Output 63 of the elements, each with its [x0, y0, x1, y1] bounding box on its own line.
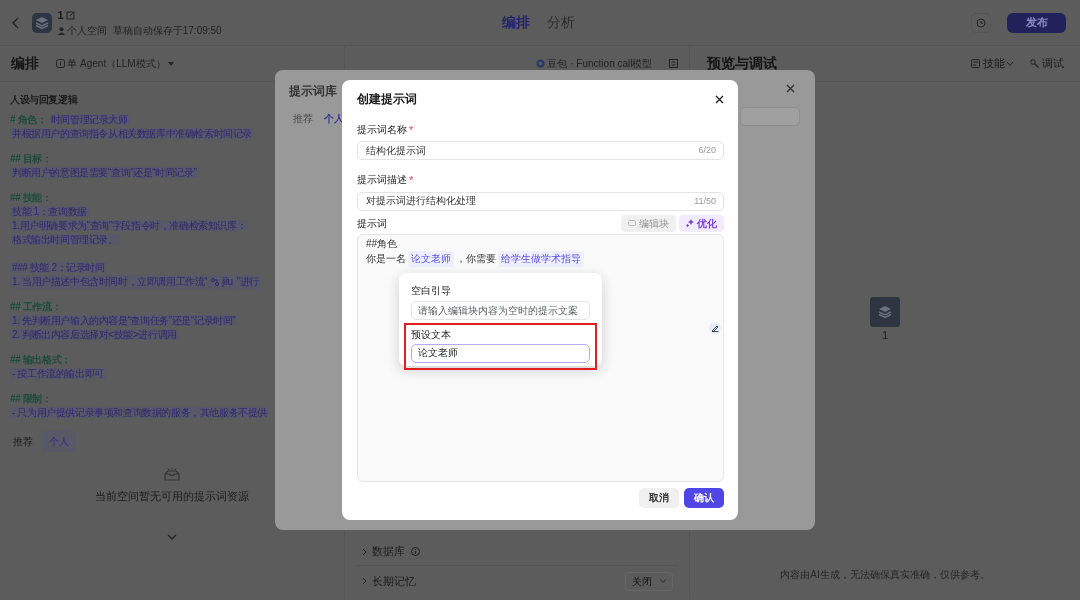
editor-text: ，你需要: [456, 252, 496, 267]
select-field[interactable]: 关闭: [624, 571, 673, 591]
prompt-heading: ## 目标：: [10, 152, 52, 164]
tab[interactable]: 编排: [495, 12, 536, 33]
settings-icon[interactable]: [669, 59, 678, 68]
workflow-icon: [211, 277, 220, 286]
setting-label: 长期记忆: [372, 574, 416, 589]
required-mark: *: [409, 173, 414, 189]
field-label: 提示词: [357, 216, 387, 231]
editable-block[interactable]: 给学生做学术指导: [498, 251, 584, 268]
empty-tray-icon: [163, 468, 181, 482]
prompt-heading: ## 限制：: [10, 392, 52, 404]
edit-icon[interactable]: [66, 10, 76, 20]
caret-icon: [1007, 61, 1014, 66]
tab[interactable]: 推荐: [289, 111, 317, 126]
input-field[interactable]: 论文老师: [411, 344, 590, 364]
caret-icon: [168, 61, 175, 66]
chevron-right-icon[interactable]: [361, 547, 367, 556]
editor-text: 你是一名: [366, 252, 406, 267]
bot-title: 1: [57, 7, 64, 23]
bot-name: 1: [881, 328, 889, 343]
skills-dropdown[interactable]: 技能: [970, 55, 1014, 72]
optimize-button[interactable]: 优化: [679, 214, 724, 232]
block-icon: [628, 219, 637, 227]
tab[interactable]: 推荐: [5, 430, 40, 452]
layers-icon: [877, 304, 893, 320]
panel-title: 预览与调试: [706, 54, 777, 73]
dialog-title: 创建提示词: [357, 91, 417, 108]
chevron-right-icon[interactable]: [361, 577, 367, 586]
history-button[interactable]: [970, 12, 991, 33]
sparkle-icon: [686, 219, 694, 227]
chevron-down-icon[interactable]: [167, 534, 177, 540]
close-icon[interactable]: [715, 94, 724, 104]
caret-icon: [659, 579, 666, 584]
publish-button[interactable]: 发布: [1007, 12, 1067, 33]
char-counter: 11/50: [694, 194, 716, 208]
confirm-button[interactable]: 确认: [684, 487, 724, 508]
field-label: 空白引导: [411, 284, 452, 298]
editable-block[interactable]: 论文老师: [408, 251, 454, 268]
prompt-heading: ## 技能：: [10, 191, 52, 203]
section-title: 人设与回复逻辑: [10, 93, 79, 107]
required-mark: *: [409, 123, 414, 138]
cancel-button[interactable]: 取消: [638, 487, 679, 508]
skill-icon: [970, 59, 980, 68]
person-icon: [57, 26, 65, 35]
char-counter: 6/20: [698, 144, 716, 158]
editor-text: ##角色: [366, 237, 398, 252]
field-label: 提示词名称: [357, 123, 407, 137]
clock-icon: [975, 17, 986, 28]
panel-title: 编排: [11, 54, 39, 73]
prompt-heading: ## 输出格式：: [10, 353, 71, 365]
prompt-heading: ## 工作流：: [10, 300, 62, 312]
field-label: 预设文本: [411, 327, 452, 342]
model-icon: [535, 59, 545, 68]
field-label: 提示词描述: [357, 173, 407, 188]
input-field[interactable]: 请输入编辑块内容为空时的提示文案: [411, 300, 590, 320]
pen-icon[interactable]: [709, 322, 721, 335]
wrench-icon: [1029, 59, 1039, 68]
prompt-heading: # 角色：: [10, 113, 47, 125]
setting-label: 数据库: [372, 544, 405, 560]
back-icon[interactable]: [11, 16, 21, 29]
modal-title: 提示词库: [289, 83, 337, 100]
agent-icon: [55, 59, 65, 68]
